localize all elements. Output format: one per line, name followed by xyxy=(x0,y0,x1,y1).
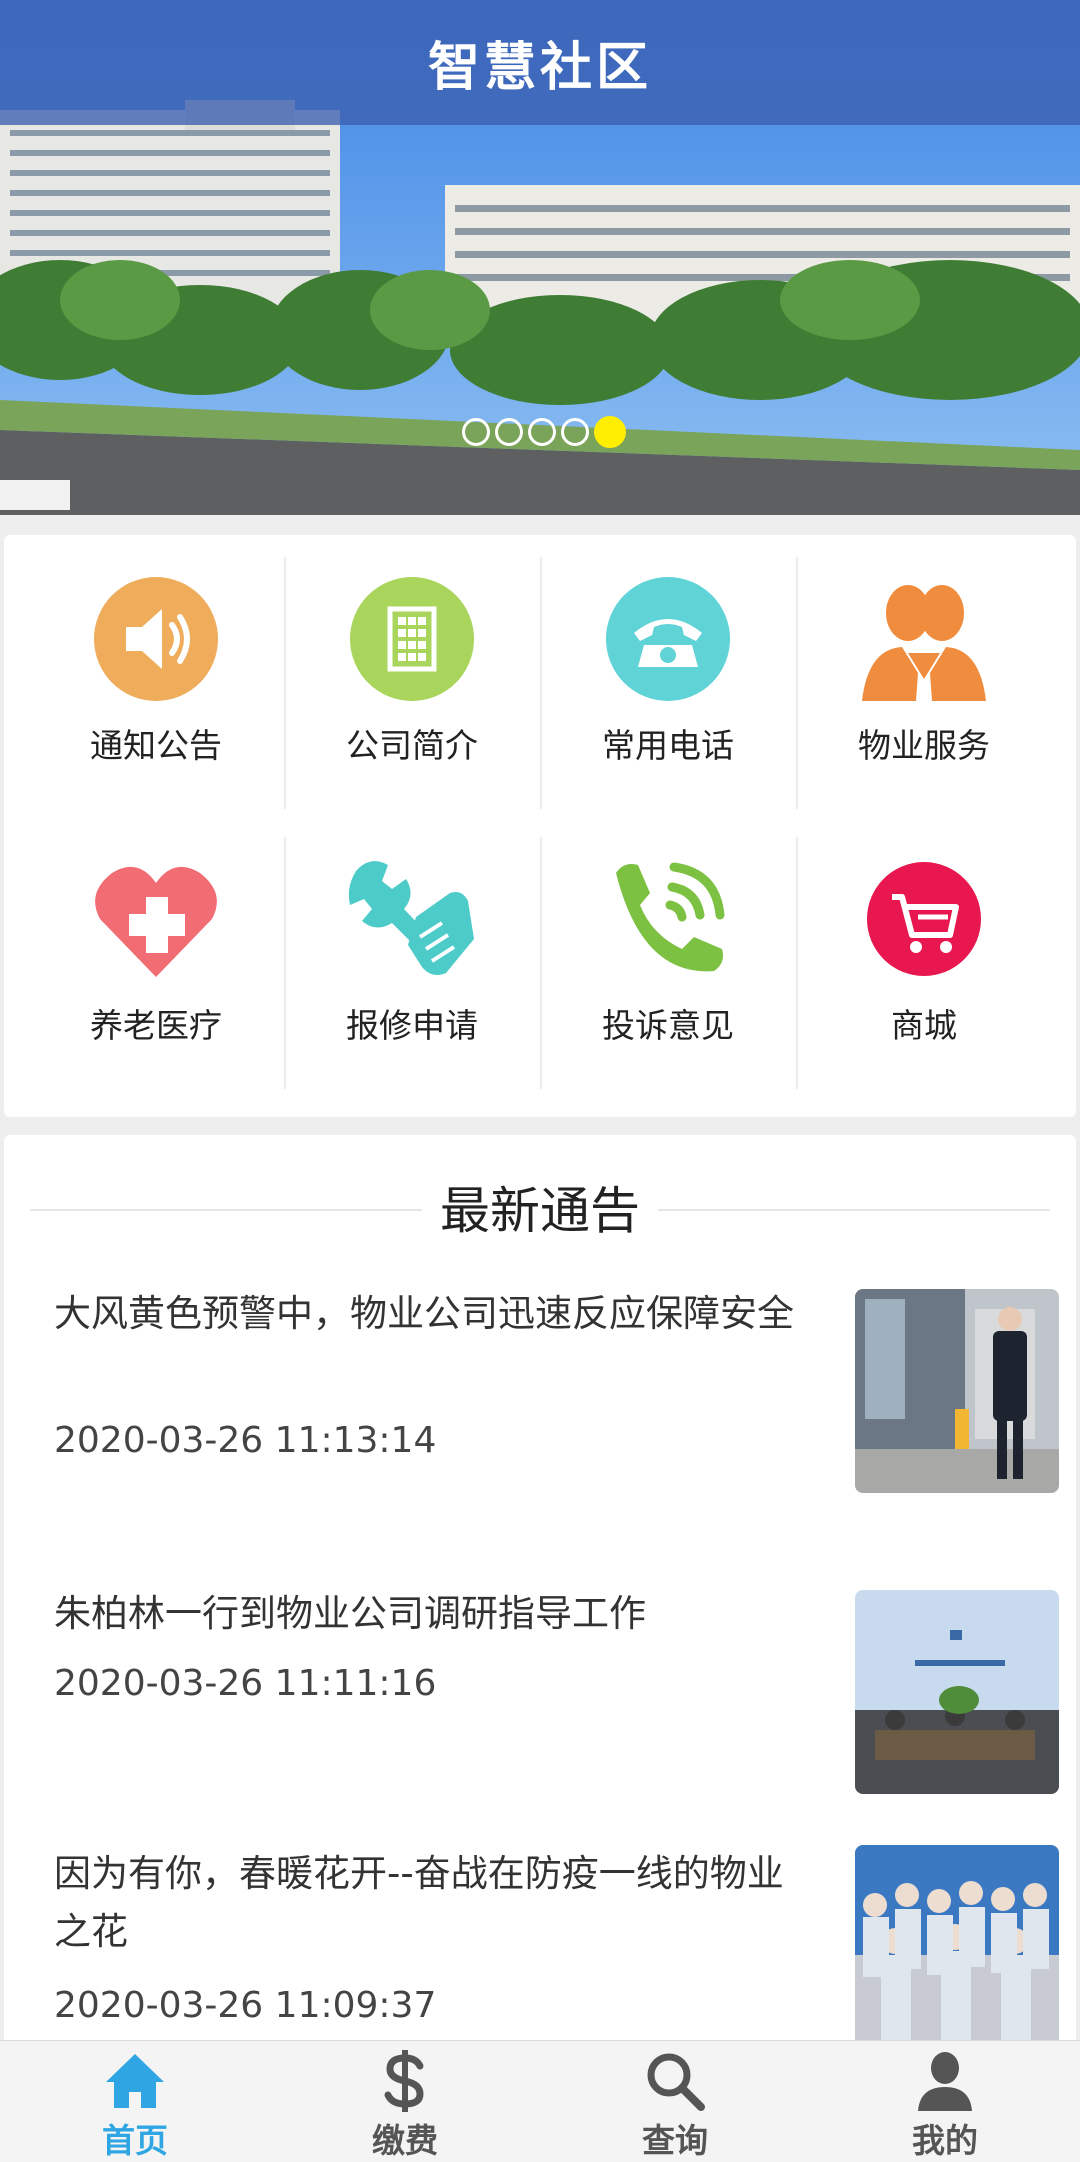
cart-icon xyxy=(858,853,990,985)
news-thumbnail xyxy=(855,1845,1059,2049)
carousel-dot[interactable] xyxy=(528,418,556,446)
news-thumbnail xyxy=(855,1590,1059,1794)
nav-search[interactable]: 查询 xyxy=(540,2041,810,2162)
latest-notices: 最新通告 大风黄色预警中，物业公司迅速反应保障安全 2020-03-26 11:… xyxy=(4,1135,1076,2162)
menu-item-complaint[interactable]: 投诉意见 xyxy=(540,815,796,1067)
speaker-icon xyxy=(90,573,222,705)
phone-call-icon xyxy=(602,853,734,985)
menu-item-phone[interactable]: 常用电话 xyxy=(540,535,796,787)
menu-item-company[interactable]: 公司简介 xyxy=(284,535,540,787)
menu-item-property[interactable]: 物业服务 xyxy=(796,535,1052,787)
user-icon xyxy=(913,2049,977,2112)
nav-home[interactable]: 首页 xyxy=(0,2041,270,2162)
menu-item-label: 报修申请 xyxy=(346,1006,478,1045)
news-title: 朱柏林一行到物业公司调研指导工作 xyxy=(54,1592,646,1635)
menu-item-label: 通知公告 xyxy=(90,726,222,765)
nav-profile[interactable]: 我的 xyxy=(810,2041,1080,2162)
wrench-hand-icon xyxy=(346,853,478,985)
menu-item-label: 常用电话 xyxy=(602,726,734,765)
banner-carousel[interactable]: 智慧社区 xyxy=(0,0,1080,515)
news-item[interactable]: 朱柏林一行到物业公司调研指导工作 2020-03-26 11:11:16 xyxy=(54,1585,1064,1805)
nav-label: 首页 xyxy=(102,2121,168,2160)
carousel-dot-active[interactable] xyxy=(594,416,626,448)
news-date: 2020-03-26 11:11:16 xyxy=(54,1663,437,1704)
heart-cross-icon xyxy=(90,853,222,985)
section-header: 最新通告 xyxy=(30,1171,1050,1243)
menu-item-label: 养老医疗 xyxy=(90,1006,222,1045)
nav-label: 缴费 xyxy=(372,2121,438,2160)
home-icon xyxy=(103,2049,167,2112)
app-root: 智慧社区 通知公告 公司简介 常用电话 物业服务 养老医疗 报修申请 投诉意见 … xyxy=(0,0,1080,2162)
bottom-nav: 首页 缴费 查询 我的 xyxy=(0,2040,1080,2162)
news-title: 大风黄色预警中，物业公司迅速反应保障安全 xyxy=(54,1292,794,1335)
menu-item-notice[interactable]: 通知公告 xyxy=(28,535,284,787)
search-icon xyxy=(643,2049,707,2112)
feature-grid: 通知公告 公司简介 常用电话 物业服务 养老医疗 报修申请 投诉意见 商城 xyxy=(4,535,1076,1117)
carousel-dot[interactable] xyxy=(495,418,523,446)
nav-label: 查询 xyxy=(642,2121,708,2160)
news-item[interactable]: 大风黄色预警中，物业公司迅速反应保障安全 2020-03-26 11:13:14 xyxy=(54,1285,1064,1515)
app-title-bar: 智慧社区 xyxy=(0,0,1080,125)
news-thumbnail xyxy=(855,1289,1059,1493)
section-title: 最新通告 xyxy=(422,1171,658,1243)
dollar-icon xyxy=(373,2049,437,2112)
carousel-indicators xyxy=(462,416,626,448)
menu-item-elderly-care[interactable]: 养老医疗 xyxy=(28,815,284,1067)
nav-payment[interactable]: 缴费 xyxy=(270,2041,540,2162)
menu-item-label: 商城 xyxy=(891,1006,957,1045)
menu-item-label: 投诉意见 xyxy=(602,1006,734,1045)
app-title: 智慧社区 xyxy=(427,38,652,98)
news-title: 因为有你，春暖花开--奋战在防疫一线的物业之花 xyxy=(54,1852,784,1953)
building-icon xyxy=(346,573,478,705)
news-date: 2020-03-26 11:09:37 xyxy=(54,1985,437,2026)
telephone-icon xyxy=(602,573,734,705)
menu-item-mall[interactable]: 商城 xyxy=(796,815,1052,1067)
news-date: 2020-03-26 11:13:14 xyxy=(54,1420,437,1461)
menu-item-label: 物业服务 xyxy=(858,726,990,765)
menu-item-label: 公司简介 xyxy=(346,726,478,765)
carousel-dot[interactable] xyxy=(561,418,589,446)
nav-label: 我的 xyxy=(912,2121,978,2160)
people-icon xyxy=(858,573,990,705)
menu-item-repair[interactable]: 报修申请 xyxy=(284,815,540,1067)
carousel-dot[interactable] xyxy=(462,418,490,446)
